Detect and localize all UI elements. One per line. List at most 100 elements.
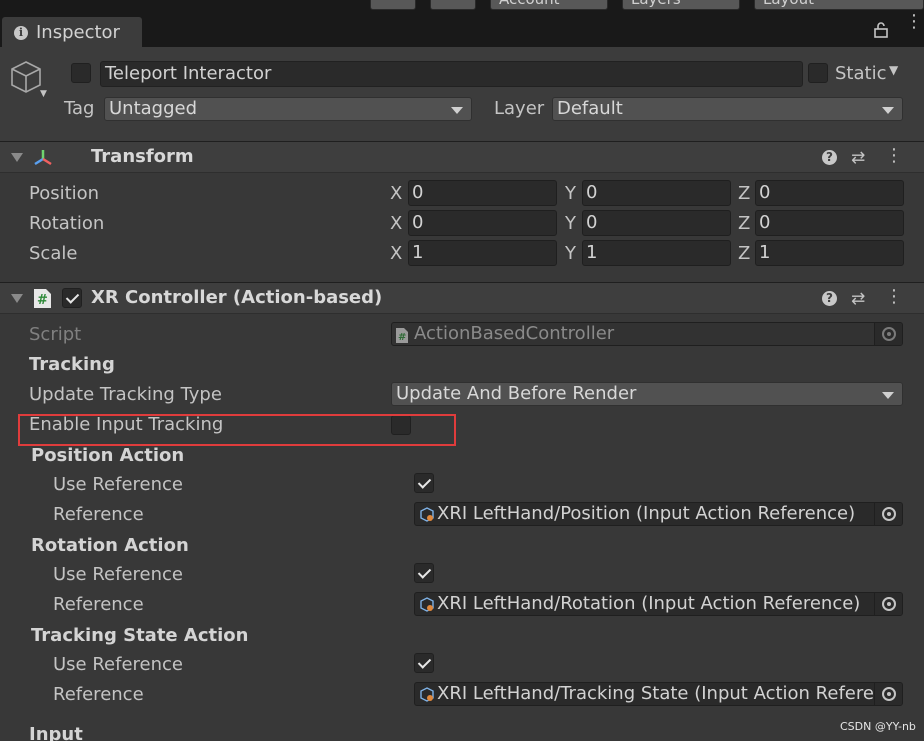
update-tracking-type-label: Update Tracking Type bbox=[29, 384, 222, 405]
static-dropdown-arrow-icon[interactable]: ▼ bbox=[889, 63, 898, 77]
scale-z-field[interactable]: 1 bbox=[755, 240, 904, 266]
script-field: # ActionBasedController bbox=[391, 322, 903, 346]
axis-x-label: X bbox=[390, 213, 403, 234]
collab-button[interactable] bbox=[370, 0, 416, 10]
xr-controller-header[interactable]: # XR Controller (Action-based) ? ⇄ ⋮ bbox=[0, 282, 924, 314]
xr-controller-title: XR Controller (Action-based) bbox=[91, 287, 383, 308]
chevron-down-icon bbox=[882, 107, 894, 114]
layers-dropdown[interactable]: Layers bbox=[622, 0, 740, 10]
axis-y-label: Y bbox=[565, 243, 576, 264]
rotation-y-field[interactable]: 0 bbox=[582, 210, 731, 236]
rotation-reference-field[interactable]: XRI LeftHand/Rotation (Input Action Refe… bbox=[414, 592, 903, 616]
rotation-label: Rotation bbox=[29, 213, 105, 234]
tracking-state-reference-value: XRI LeftHand/Tracking State (Input Actio… bbox=[437, 683, 886, 704]
position-reference-label: Reference bbox=[53, 504, 144, 525]
scale-label: Scale bbox=[29, 243, 78, 264]
layers-label: Layers bbox=[631, 0, 681, 8]
script-hash-icon: # bbox=[33, 288, 52, 314]
layer-dropdown[interactable]: Default bbox=[552, 97, 903, 121]
transform-icon bbox=[33, 148, 53, 173]
update-tracking-type-dropdown[interactable]: Update And Before Render bbox=[391, 382, 903, 406]
rotation-z-field[interactable]: 0 bbox=[755, 210, 904, 236]
rotation-reference-label: Reference bbox=[53, 594, 144, 615]
scale-x-field[interactable]: 1 bbox=[408, 240, 557, 266]
foldout-arrow-icon[interactable] bbox=[11, 294, 23, 303]
lock-icon[interactable] bbox=[874, 22, 890, 38]
layer-label: Layer bbox=[494, 98, 545, 119]
position-z-field[interactable]: 0 bbox=[755, 180, 904, 206]
layout-dropdown[interactable]: Layout bbox=[754, 0, 924, 10]
axis-y-label: Y bbox=[565, 213, 576, 234]
input-action-asset-icon bbox=[419, 597, 435, 615]
gameobject-header: ▼ Teleport Interactor Static ▼ Tag Untag… bbox=[0, 47, 924, 142]
foldout-arrow-icon[interactable] bbox=[11, 153, 23, 162]
component-enabled-checkbox[interactable] bbox=[62, 288, 82, 308]
rotation-action-header: Rotation Action bbox=[31, 535, 189, 556]
tracking-state-reference-field[interactable]: XRI LeftHand/Tracking State (Input Actio… bbox=[414, 682, 903, 706]
axis-z-label: Z bbox=[738, 243, 751, 264]
svg-text:#: # bbox=[398, 332, 406, 343]
icon-dropdown-arrow-icon[interactable]: ▼ bbox=[40, 89, 47, 99]
tracking-state-action-header: Tracking State Action bbox=[31, 625, 249, 646]
tab-bar: i Inspector bbox=[0, 15, 924, 47]
chevron-down-icon bbox=[451, 107, 463, 114]
position-reference-value: XRI LeftHand/Position (Input Action Refe… bbox=[437, 503, 856, 524]
presets-icon[interactable]: ⇄ bbox=[851, 289, 865, 309]
tab-inspector[interactable]: i Inspector bbox=[2, 17, 142, 47]
toolbar-strip: Account Layers Layout bbox=[0, 0, 924, 15]
tag-value: Untagged bbox=[109, 98, 198, 119]
component-menu-icon[interactable]: ⋮ bbox=[885, 288, 903, 306]
tag-label: Tag bbox=[64, 98, 95, 119]
rotation-use-reference-checkbox[interactable] bbox=[414, 563, 434, 583]
position-reference-field[interactable]: XRI LeftHand/Position (Input Action Refe… bbox=[414, 502, 903, 526]
gameobject-cube-icon[interactable] bbox=[10, 60, 42, 99]
tab-inspector-label: Inspector bbox=[36, 22, 120, 43]
static-checkbox[interactable] bbox=[808, 63, 828, 83]
object-picker-icon bbox=[874, 323, 902, 345]
script-value: ActionBasedController bbox=[414, 323, 615, 344]
position-use-reference-label: Use Reference bbox=[53, 474, 183, 495]
layout-label: Layout bbox=[763, 0, 814, 8]
help-icon[interactable]: ? bbox=[822, 291, 837, 306]
object-picker-icon[interactable] bbox=[874, 593, 902, 615]
presets-icon[interactable]: ⇄ bbox=[851, 148, 865, 168]
object-picker-icon[interactable] bbox=[874, 683, 902, 705]
kebab-menu-icon[interactable]: ⋮ bbox=[905, 13, 923, 31]
help-icon[interactable]: ? bbox=[822, 150, 837, 165]
name-field[interactable]: Teleport Interactor bbox=[100, 61, 803, 87]
rotation-reference-value: XRI LeftHand/Rotation (Input Action Refe… bbox=[437, 593, 861, 614]
script-hash-icon: # bbox=[396, 327, 408, 345]
position-use-reference-checkbox[interactable] bbox=[414, 473, 434, 493]
input-header: Input bbox=[29, 724, 83, 741]
object-picker-icon[interactable] bbox=[874, 503, 902, 525]
tracking-header: Tracking bbox=[29, 354, 115, 375]
account-dropdown[interactable]: Account bbox=[490, 0, 608, 10]
axis-x-label: X bbox=[390, 183, 403, 204]
watermark: CSDN @YY-nb bbox=[840, 720, 916, 733]
position-y-field[interactable]: 0 bbox=[582, 180, 731, 206]
layer-value: Default bbox=[557, 98, 623, 119]
transform-header[interactable]: Transform ? ⇄ ⋮ bbox=[0, 141, 924, 173]
highlight-box bbox=[18, 414, 456, 446]
active-checkbox[interactable] bbox=[71, 63, 91, 83]
script-label: Script bbox=[29, 324, 82, 345]
static-label: Static bbox=[835, 63, 887, 84]
tracking-state-use-reference-checkbox[interactable] bbox=[414, 653, 434, 673]
component-menu-icon[interactable]: ⋮ bbox=[885, 147, 903, 165]
input-action-asset-icon bbox=[419, 687, 435, 705]
input-action-asset-icon bbox=[419, 507, 435, 525]
axis-y-label: Y bbox=[565, 183, 576, 204]
svg-text:#: # bbox=[37, 293, 48, 308]
info-icon: i bbox=[14, 26, 28, 40]
chevron-down-icon bbox=[882, 392, 894, 399]
scale-y-field[interactable]: 1 bbox=[582, 240, 731, 266]
tracking-state-use-reference-label: Use Reference bbox=[53, 654, 183, 675]
axis-z-label: Z bbox=[738, 213, 751, 234]
account-label: Account bbox=[499, 0, 560, 8]
cloud-button[interactable] bbox=[430, 0, 476, 10]
transform-title: Transform bbox=[91, 146, 194, 167]
tag-dropdown[interactable]: Untagged bbox=[104, 97, 472, 121]
position-action-header: Position Action bbox=[31, 445, 185, 466]
rotation-x-field[interactable]: 0 bbox=[408, 210, 557, 236]
position-x-field[interactable]: 0 bbox=[408, 180, 557, 206]
